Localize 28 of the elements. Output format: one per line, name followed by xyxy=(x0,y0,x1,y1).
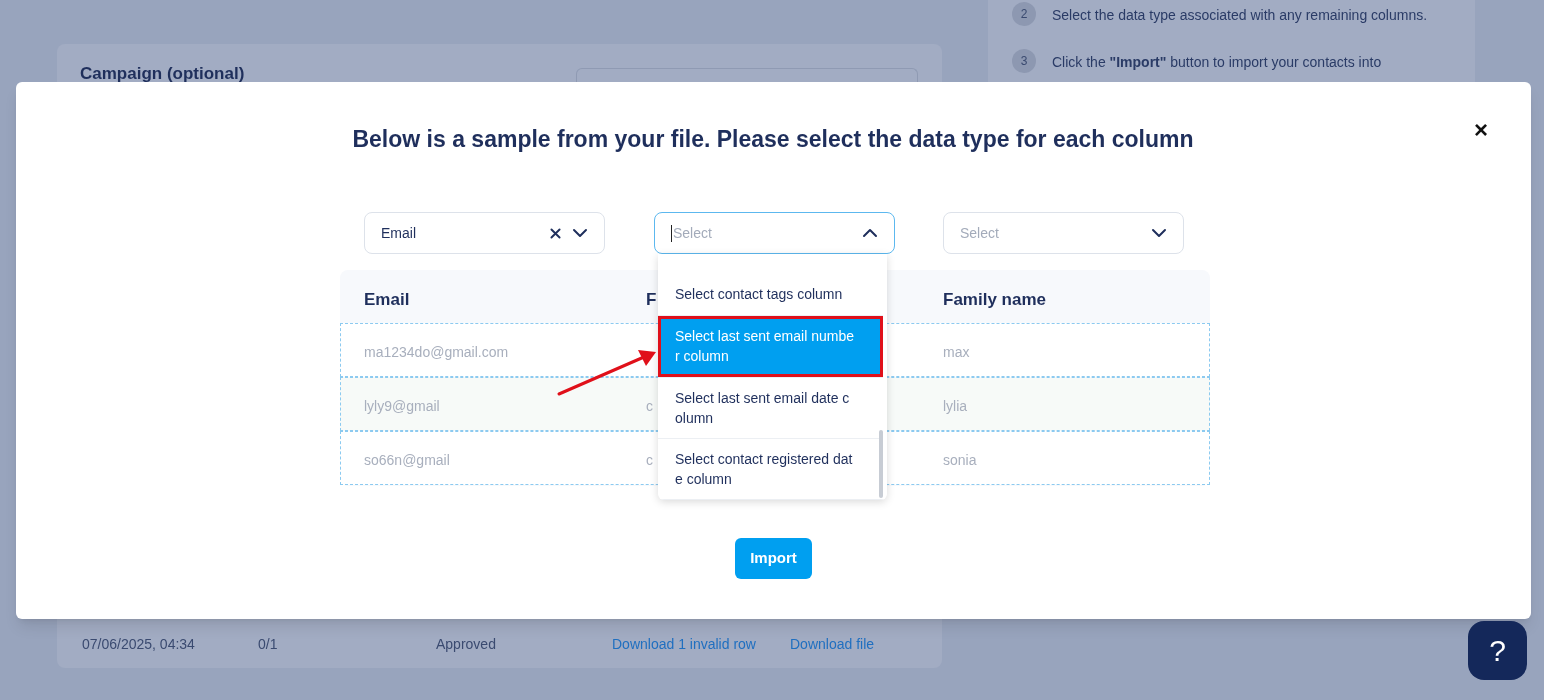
status-cell-text: Approved xyxy=(436,635,496,654)
table-cell-text: c xyxy=(646,451,653,470)
step-text: Select the data type associated with any remaining columns. xyxy=(1052,6,1428,25)
table-cell-text: ma1234do@gmail.com xyxy=(364,343,509,362)
text-cursor xyxy=(671,224,672,242)
select-placeholder: Select xyxy=(960,223,999,243)
column-header: Family name xyxy=(943,289,1046,311)
select-field[interactable]: Email xyxy=(364,212,605,254)
date-cell-text: 07/06/2025, 04:34 xyxy=(82,635,195,654)
clear-icon xyxy=(549,226,562,240)
table-cell-text: c xyxy=(646,397,653,416)
table-cell-text: lylia xyxy=(943,397,968,416)
select-placeholder: Select xyxy=(673,223,712,243)
help-button[interactable]: ? xyxy=(1468,621,1527,680)
column-header: Email xyxy=(364,289,410,311)
close-button[interactable]: × xyxy=(1474,118,1488,142)
campaign-label: Campaign (optional) xyxy=(80,63,245,85)
table-cell-text: so66n@gmail xyxy=(364,451,450,470)
modal-title: Below is a sample from your file. Please select the data type for each column xyxy=(352,125,1194,154)
table-cell-text: max xyxy=(943,343,970,362)
scrollbar-thumb[interactable] xyxy=(879,430,883,498)
step-text: Click the "Import" button to import your contacts into xyxy=(1052,53,1382,72)
select-value: Email xyxy=(381,223,416,243)
campaign-field[interactable] xyxy=(576,68,918,82)
count-cell-text: 0/1 xyxy=(258,635,278,654)
table-cell-text: lyly9@gmail xyxy=(364,397,440,416)
column-header: F xyxy=(646,289,657,311)
table-cell-text: sonia xyxy=(943,451,977,470)
